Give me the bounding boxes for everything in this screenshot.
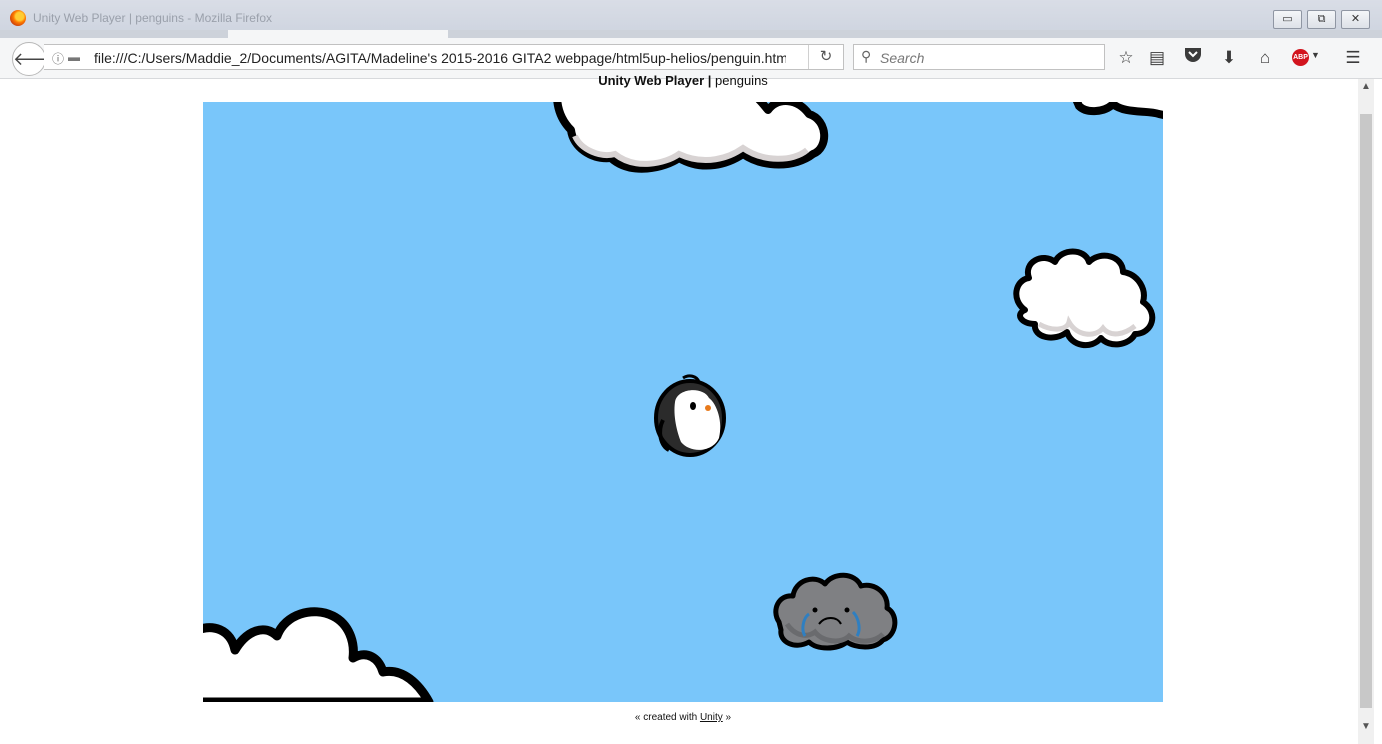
bookmark-star-icon[interactable]: ☆: [1115, 47, 1137, 69]
cloud: [553, 102, 829, 173]
menu-icon[interactable]: ☰: [1342, 47, 1364, 69]
scroll-up-icon[interactable]: ▲: [1358, 81, 1374, 92]
adblock-plus-icon[interactable]: ABP: [1292, 49, 1309, 66]
footer-suffix: »: [725, 712, 732, 723]
window-title: Unity Web Player | penguins - Mozilla Fi…: [33, 11, 272, 25]
url-bar[interactable]: ⓘ ▬ file:///C:/Users/Maddie_2/Documents/…: [44, 44, 844, 70]
game-scene: [203, 102, 1163, 702]
unity-link[interactable]: Unity: [700, 712, 723, 723]
reload-button[interactable]: ↻: [808, 45, 843, 69]
info-icon[interactable]: ⓘ: [52, 50, 64, 67]
page-footer: « created with Unity »: [0, 712, 1366, 723]
page-content: Unity Web Player | penguins « created wi…: [0, 73, 1382, 744]
firefox-logo-icon: [10, 10, 26, 26]
back-button[interactable]: 🡐: [12, 42, 61, 76]
crying-storm-cloud: [773, 572, 898, 651]
page-icon: ▬: [68, 50, 80, 64]
chevron-down-icon[interactable]: ▼: [1311, 50, 1320, 60]
url-text[interactable]: file:///C:/Users/Maddie_2/Documents/AGIT…: [94, 50, 786, 66]
active-tab[interactable]: [228, 30, 448, 38]
minimize-button[interactable]: ▭: [1273, 10, 1302, 29]
scrollbar-thumb[interactable]: [1360, 114, 1372, 708]
close-button[interactable]: ✕: [1341, 10, 1370, 29]
search-input[interactable]: ⚲ Search: [853, 44, 1105, 70]
heading-bold: Unity Web Player |: [598, 73, 712, 88]
download-icon[interactable]: ⬇: [1218, 47, 1240, 69]
heading-rest: penguins: [715, 73, 768, 88]
reading-list-icon[interactable]: ▤: [1146, 47, 1168, 69]
page-heading: Unity Web Player | penguins: [0, 73, 1366, 88]
cloud: [1013, 248, 1156, 349]
pocket-icon[interactable]: [1182, 47, 1204, 69]
vertical-scrollbar[interactable]: ▲ ▼: [1358, 79, 1374, 744]
restore-button[interactable]: ⧉: [1307, 10, 1336, 29]
home-icon[interactable]: ⌂: [1254, 47, 1276, 69]
pocket-shape: [1185, 48, 1201, 62]
search-icon: ⚲: [861, 48, 872, 64]
search-placeholder: Search: [880, 50, 925, 66]
tab-strip: [0, 30, 1382, 38]
window-titlebar: Unity Web Player | penguins - Mozilla Fi…: [0, 0, 1382, 33]
cloud: [203, 607, 434, 702]
scroll-down-icon[interactable]: ▼: [1358, 721, 1374, 732]
unity-game-canvas[interactable]: [203, 102, 1163, 702]
penguin: [654, 374, 726, 457]
footer-prefix: « created with: [634, 712, 698, 723]
reload-icon: ↻: [819, 48, 833, 65]
cloud: [1072, 102, 1163, 119]
